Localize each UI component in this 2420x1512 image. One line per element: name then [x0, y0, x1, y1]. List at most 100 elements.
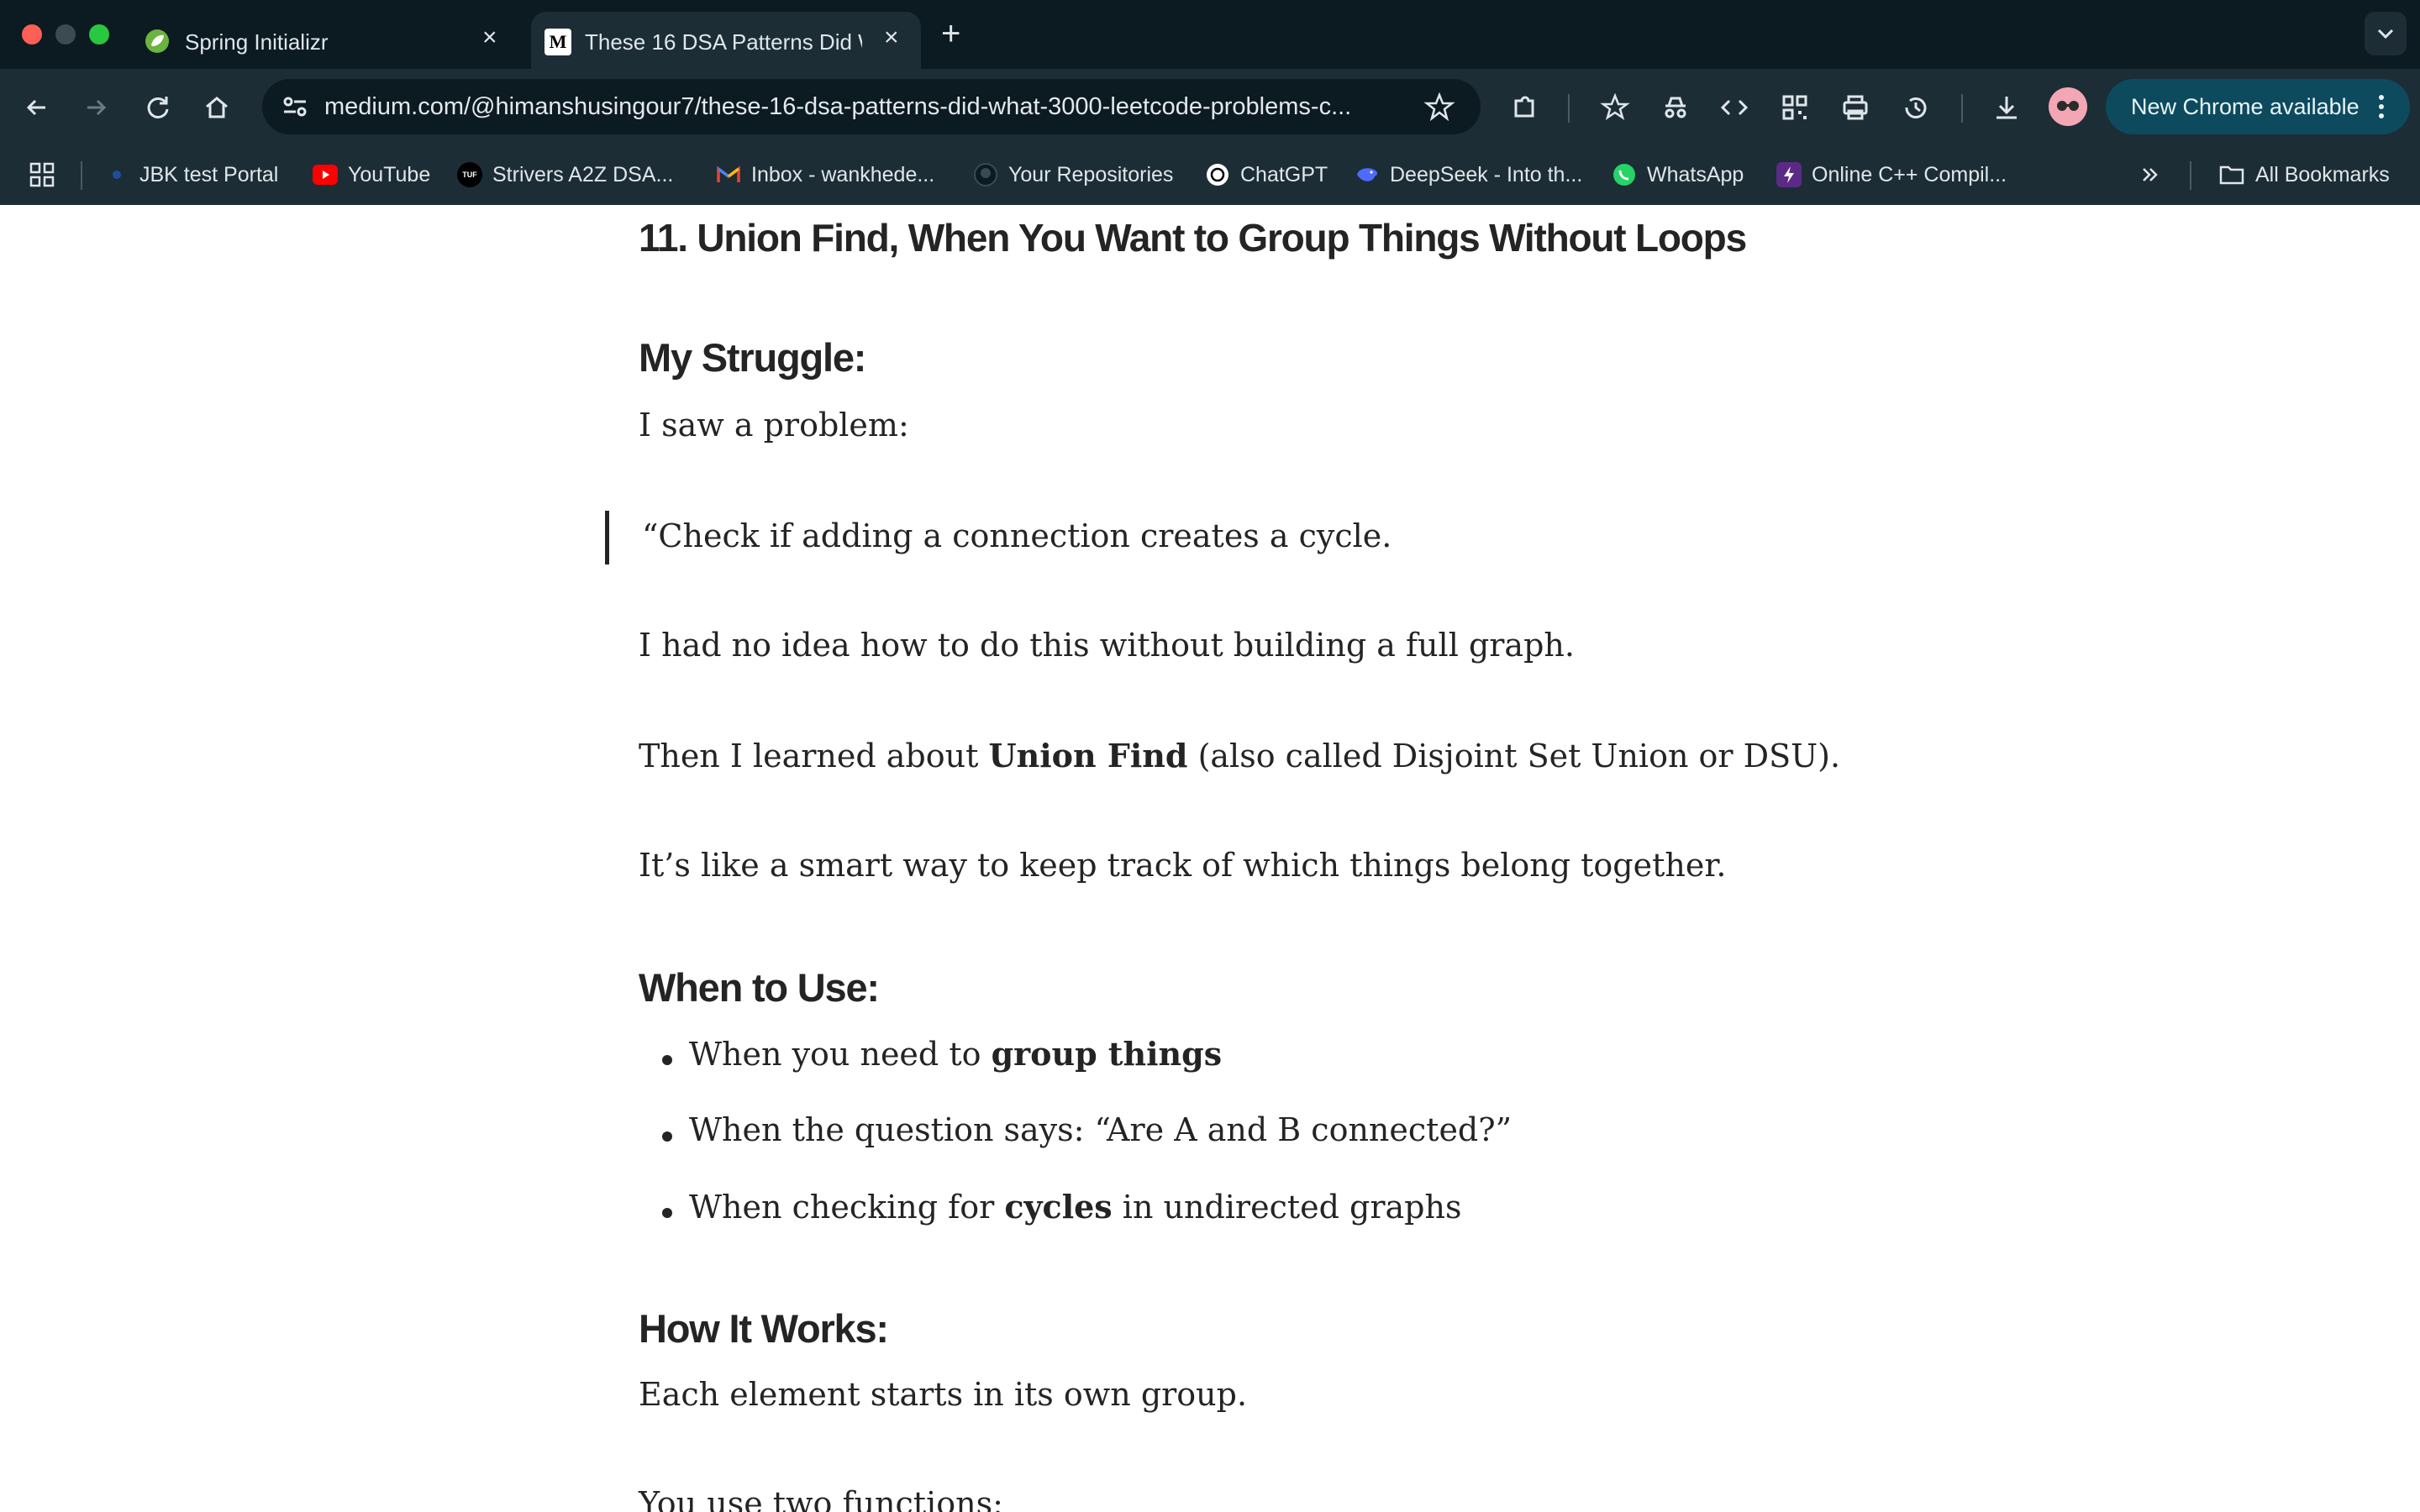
gmail-icon [716, 162, 741, 187]
bookmark-label: ChatGPT [1240, 162, 1328, 186]
reload-button[interactable] [134, 84, 182, 131]
paragraph: Then I learned about Union Find (also ca… [639, 737, 1840, 774]
qr-code-button[interactable] [1771, 84, 1818, 131]
text-run: Then I learned about [639, 738, 989, 774]
devtools-button[interactable] [1711, 84, 1758, 131]
toolbar-divider [1961, 94, 1963, 123]
tab-title: These 16 DSA Patterns Did W [585, 29, 862, 55]
lightning-icon [1776, 162, 1802, 187]
toolbar-divider [1568, 94, 1570, 123]
reload-icon [147, 97, 169, 118]
text-run: (also called Disjoint Set Union or DSU). [1187, 738, 1841, 774]
downloads-button[interactable] [1983, 84, 2030, 131]
forward-arrow-icon [87, 99, 107, 116]
printer-icon [1843, 95, 1868, 120]
incognito-button[interactable] [1652, 84, 1699, 131]
incognito-icon [1665, 97, 1686, 118]
minimize-window-button[interactable] [55, 24, 76, 45]
double-chevron-right-icon [2143, 168, 2158, 181]
paragraph: It’s like a smart way to keep track of w… [639, 847, 1727, 884]
bookmark-deepseek[interactable]: DeepSeek - Into th... [1355, 160, 1582, 190]
bold-text: group things [991, 1035, 1223, 1073]
forward-button[interactable] [72, 84, 119, 131]
address-bar[interactable]: medium.com/@himanshusingour7/these-16-ds… [262, 79, 1481, 134]
bullet-dot [662, 1131, 672, 1142]
bookmark-label: Your Repositories [1008, 162, 1174, 186]
article-content: 11. Union Find, When You Want to Group T… [0, 205, 2420, 1512]
bookmark-strivers-a2z[interactable]: TUF Strivers A2Z DSA... [457, 160, 673, 190]
folder-icon [2219, 165, 2244, 185]
code-icon [1720, 99, 1749, 116]
tab-spring-initializr[interactable]: Spring Initializr × [134, 12, 516, 69]
history-icon [1905, 97, 1927, 118]
bold-text: cycles [1004, 1188, 1113, 1226]
bookmark-label: Online C++ Compil... [1812, 162, 2007, 186]
history-button[interactable] [1892, 84, 1939, 131]
bookmarks-divider [81, 161, 82, 190]
bold-text: Union Find [988, 737, 1188, 774]
bookmark-label: JBK test Portal [139, 162, 279, 186]
bookmarks-divider [2190, 161, 2191, 190]
close-window-button[interactable] [22, 24, 42, 45]
bookmarks-bar: JBK test Portal YouTube TUF Strivers A2Z… [0, 144, 2420, 205]
bookmark-star-icon[interactable] [1423, 91, 1455, 123]
bookmark-label: DeepSeek - Into th... [1390, 162, 1583, 186]
chevron-down-icon [2377, 29, 2394, 39]
site-settings-icon[interactable] [281, 93, 309, 120]
chatgpt-icon [1205, 162, 1230, 187]
text-run: in undirected graphs [1112, 1189, 1462, 1226]
subheading-when-to-use: When to Use: [639, 965, 880, 1010]
url-text: medium.com/@himanshusingour7/these-16-ds… [324, 93, 1352, 120]
bookmark-gmail-inbox[interactable]: Inbox - wankhede... [716, 160, 934, 190]
maximize-window-button[interactable] [89, 24, 109, 45]
apps-button[interactable] [29, 160, 55, 190]
bookmark-chatgpt[interactable]: ChatGPT [1205, 160, 1328, 190]
new-chrome-available-button[interactable]: New Chrome available [2106, 79, 2410, 134]
github-icon [973, 162, 998, 187]
bookmark-label: Strivers A2Z DSA... [492, 162, 674, 186]
apps-grid-icon [29, 162, 55, 187]
more-bookmarks-button[interactable] [2138, 160, 2163, 190]
qr-code-icon [1782, 95, 1807, 120]
tab-medium-article[interactable]: M These 16 DSA Patterns Did W × [531, 12, 921, 69]
spring-leaf-icon [145, 29, 170, 54]
print-button[interactable] [1832, 84, 1879, 131]
reading-list-button[interactable] [1591, 84, 1639, 131]
bookmark-jbk-test-portal[interactable]: JBK test Portal [104, 160, 278, 190]
home-icon [206, 97, 228, 118]
back-button[interactable] [13, 84, 60, 131]
medium-icon: M [544, 29, 571, 55]
text-run: When you need to [689, 1036, 992, 1073]
all-bookmarks-button[interactable]: All Bookmarks [2218, 160, 2390, 190]
bookmark-label: Inbox - wankhede... [751, 162, 935, 186]
list-item: When you need to group things [689, 1035, 1222, 1073]
more-vertical-icon[interactable] [2376, 93, 2386, 120]
bookmark-your-repositories[interactable]: Your Repositories [973, 160, 1173, 190]
deepseek-whale-icon [1355, 162, 1380, 187]
bookmark-label: YouTube [348, 162, 431, 186]
list-item: When the question says: “Are A and B con… [689, 1111, 1512, 1148]
paragraph: Each element starts in its own group. [639, 1376, 1248, 1413]
home-button[interactable] [193, 84, 240, 131]
close-tab-icon[interactable]: × [482, 24, 497, 52]
bookmark-label: WhatsApp [1647, 162, 1744, 186]
all-bookmarks-label: All Bookmarks [2255, 162, 2390, 186]
paragraph: I saw a problem: [639, 407, 909, 444]
list-item: When checking for cycles in undirected g… [689, 1188, 1461, 1226]
bookmark-whatsapp[interactable]: WhatsApp [1612, 160, 1744, 190]
bookmark-youtube[interactable]: YouTube [313, 160, 430, 190]
profile-avatar[interactable] [2049, 87, 2087, 126]
star-list-icon [1600, 92, 1630, 120]
subheading-how-it-works: How It Works: [639, 1306, 889, 1351]
blockquote-text: “Check if adding a connection creates a … [642, 517, 1392, 554]
subheading-my-struggle: My Struggle: [639, 335, 866, 380]
bookmark-online-cpp-compiler[interactable]: Online C++ Compil... [1776, 160, 2007, 190]
extensions-button[interactable] [1501, 84, 1548, 131]
tab-search-button[interactable] [2365, 12, 2407, 55]
paragraph: I had no idea how to do this without bui… [639, 627, 1575, 664]
section-heading: 11. Union Find, When You Want to Group T… [639, 216, 1747, 260]
back-arrow-icon [26, 99, 45, 116]
bullet-dot [662, 1208, 672, 1218]
close-tab-icon[interactable]: × [884, 24, 899, 52]
new-tab-button[interactable]: + [941, 13, 960, 54]
